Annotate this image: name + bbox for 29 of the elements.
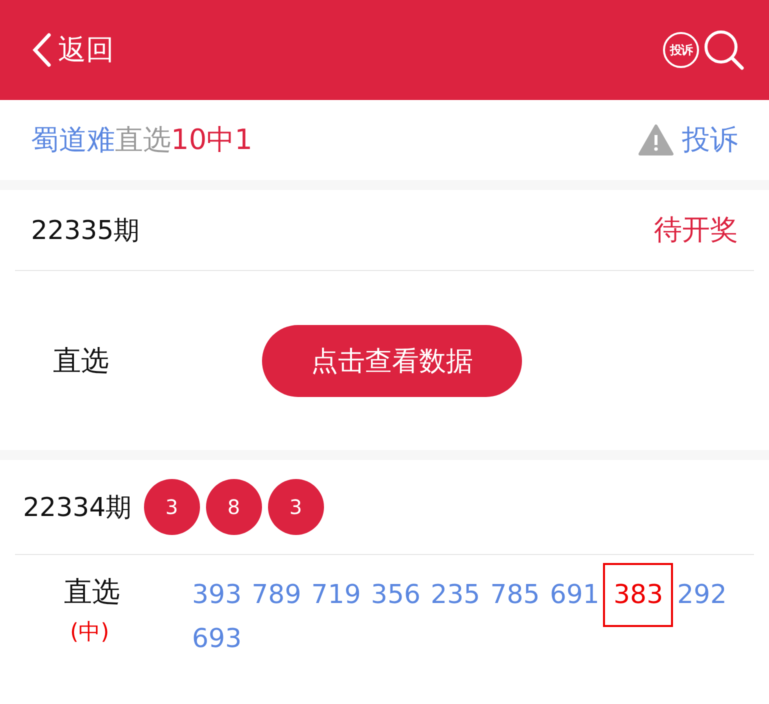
number: 383 bbox=[603, 563, 674, 627]
period-label: 22335期 bbox=[31, 214, 140, 248]
hit-label: (中) bbox=[70, 619, 110, 647]
warning-icon bbox=[638, 124, 674, 156]
number: 785 bbox=[490, 579, 540, 612]
hit-record: 10中1 bbox=[171, 123, 252, 156]
row-label: 直选 bbox=[64, 574, 120, 610]
period-label: 22334期 bbox=[23, 492, 132, 524]
back-button[interactable]: 返回 bbox=[32, 31, 114, 69]
search-icon[interactable] bbox=[703, 29, 745, 71]
draw-status: 待开奖 bbox=[654, 212, 738, 248]
number: 292 bbox=[677, 579, 727, 612]
back-icon bbox=[32, 32, 52, 68]
report-link[interactable]: 投诉 bbox=[638, 121, 738, 159]
number-ball: 3 bbox=[268, 479, 324, 535]
row-label: 直选 bbox=[53, 342, 110, 378]
plan-type: 直选 bbox=[115, 123, 171, 156]
number: 693 bbox=[192, 623, 242, 656]
number: 393 bbox=[192, 579, 242, 612]
number: 789 bbox=[252, 579, 302, 612]
number-ball: 3 bbox=[144, 479, 200, 535]
number: 235 bbox=[430, 579, 480, 612]
number: 719 bbox=[311, 579, 361, 612]
number-ball: 8 bbox=[206, 479, 262, 535]
number: 356 bbox=[370, 579, 421, 612]
complaint-button[interactable]: 投诉 bbox=[663, 32, 699, 68]
number: 691 bbox=[550, 579, 600, 612]
view-data-button[interactable]: 点击查看数据 bbox=[262, 324, 522, 396]
plan-name: 蜀道难 bbox=[31, 123, 115, 156]
